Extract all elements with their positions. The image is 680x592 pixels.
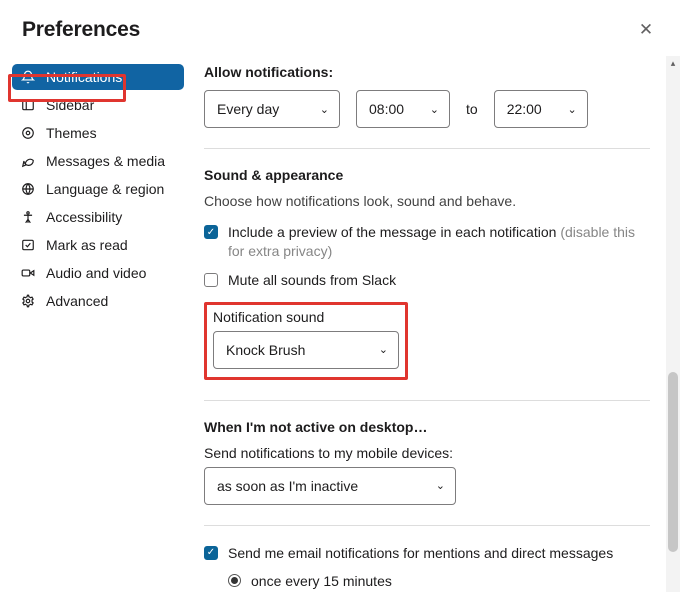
mute-checkbox[interactable] [204,273,218,287]
sidebar-item-label: Notifications [46,69,122,85]
allow-to-time-select[interactable]: 22:00 ⌄ [494,90,588,128]
sidebar-item-label: Mark as read [46,237,128,253]
chevron-down-icon: ⌄ [379,343,388,356]
preview-checkbox[interactable]: ✓ [204,225,218,239]
email-check-row: ✓ Send me email notifications for mentio… [204,544,650,563]
mute-label: Mute all sounds from Slack [228,271,396,290]
sound-appearance-heading: Sound & appearance [204,167,650,183]
panel-left-icon [20,97,36,113]
message-icon [20,153,36,169]
inactive-label: Send notifications to my mobile devices: [204,445,650,461]
select-value: Every day [217,101,279,117]
inactive-mobile-select[interactable]: as soon as I'm inactive ⌄ [204,467,456,505]
select-value: as soon as I'm inactive [217,478,358,494]
sidebar-item-audio-video[interactable]: Audio and video [12,260,184,286]
notification-sound-label: Notification sound [213,309,399,325]
notification-sound-select[interactable]: Knock Brush ⌄ [213,331,399,369]
sidebar-item-advanced[interactable]: Advanced [12,288,184,314]
sidebar-item-label: Accessibility [46,209,122,225]
chevron-down-icon: ⌄ [320,103,329,116]
globe-icon [20,181,36,197]
sidebar-item-themes[interactable]: Themes [12,120,184,146]
email-checkbox[interactable]: ✓ [204,546,218,560]
gear-icon [20,293,36,309]
email-radio-15min[interactable] [228,574,241,587]
email-label: Send me email notifications for mentions… [228,544,613,563]
divider [204,400,650,401]
select-value: 22:00 [507,101,542,117]
chevron-down-icon: ⌄ [430,103,439,116]
close-icon: ✕ [639,20,653,40]
allow-from-time-select[interactable]: 08:00 ⌄ [356,90,450,128]
accessibility-icon [20,209,36,225]
preferences-body: Notifications Sidebar Themes Messages & … [0,56,680,592]
sidebar-item-label: Themes [46,125,97,141]
email-radio-15min-row: once every 15 minutes [228,573,650,589]
divider [204,525,650,526]
sidebar-item-label: Language & region [46,181,164,197]
vertical-scrollbar[interactable]: ▴ [666,56,680,592]
radio-label: once every 15 minutes [251,573,392,589]
check-square-icon [20,237,36,253]
eye-icon [20,125,36,141]
inactive-heading: When I'm not active on desktop… [204,419,650,435]
allow-day-select[interactable]: Every day ⌄ [204,90,340,128]
preview-check-row: ✓ Include a preview of the message in ea… [204,223,650,261]
sidebar-item-label: Messages & media [46,153,165,169]
sidebar-item-label: Advanced [46,293,108,309]
sound-appearance-subtext: Choose how notifications look, sound and… [204,193,650,209]
video-icon [20,265,36,281]
sidebar: Notifications Sidebar Themes Messages & … [0,56,188,592]
allow-notifications-label: Allow notifications: [204,64,650,80]
sidebar-item-accessibility[interactable]: Accessibility [12,204,184,230]
sidebar-item-messages-media[interactable]: Messages & media [12,148,184,174]
sidebar-item-label: Sidebar [46,97,94,113]
chevron-down-icon: ⌄ [436,479,445,492]
notification-sound-highlight: Notification sound Knock Brush ⌄ [204,302,408,380]
preview-label: Include a preview of the message in each… [228,223,650,261]
mute-check-row: Mute all sounds from Slack [204,271,650,290]
preferences-header: Preferences ✕ [0,0,680,56]
select-value: Knock Brush [226,342,305,358]
page-title: Preferences [22,18,140,42]
scrollbar-up-arrow-icon[interactable]: ▴ [666,56,680,70]
select-value: 08:00 [369,101,404,117]
sidebar-item-label: Audio and video [46,265,146,281]
allow-notifications-row: Every day ⌄ 08:00 ⌄ to 22:00 ⌄ [204,90,650,128]
sidebar-item-sidebar[interactable]: Sidebar [12,92,184,118]
chevron-down-icon: ⌄ [567,103,576,116]
content-panel: Allow notifications: Every day ⌄ 08:00 ⌄… [188,56,680,592]
to-label: to [466,101,478,117]
preview-label-text: Include a preview of the message in each… [228,224,560,240]
sidebar-item-notifications[interactable]: Notifications [12,64,184,90]
bell-icon [20,69,36,85]
close-button[interactable]: ✕ [634,18,658,42]
sidebar-item-language-region[interactable]: Language & region [12,176,184,202]
divider [204,148,650,149]
email-frequency-group: once every 15 minutes once an hour [204,573,650,592]
sidebar-item-mark-as-read[interactable]: Mark as read [12,232,184,258]
scrollbar-thumb[interactable] [668,372,678,552]
